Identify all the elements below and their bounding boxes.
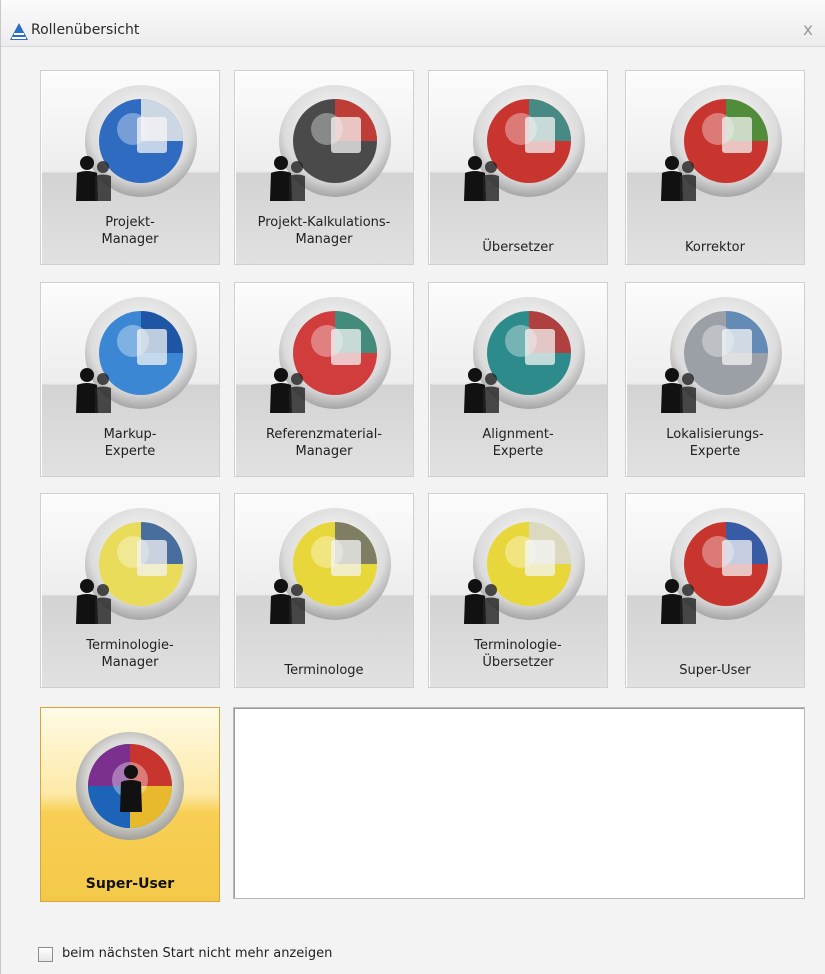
project-manager-icon	[76, 85, 197, 201]
role-label-line1: Projekt-	[105, 215, 155, 230]
role-label-line2: Übersetzer	[482, 655, 554, 670]
role-label-line1: Alignment-	[482, 427, 554, 442]
role-tile[interactable]: Projekt- Manager	[40, 70, 220, 265]
role-label: Korrektor	[626, 239, 804, 256]
role-label: Super-User	[626, 662, 804, 679]
translator-icon	[464, 85, 585, 201]
dont-show-again-label[interactable]: beim nächsten Start nicht mehr anzeigen	[62, 946, 332, 961]
terminology-manager-icon	[76, 508, 197, 624]
role-tile[interactable]: Übersetzer	[428, 70, 608, 265]
role-label: Übersetzer	[429, 239, 607, 256]
role-label-line1: Referenzmaterial-	[265, 427, 383, 442]
app-logo-icon	[10, 23, 28, 40]
role-tile[interactable]: Terminologie- Übersetzer	[428, 493, 608, 688]
role-label-line1: Super-User	[679, 663, 751, 678]
role-label: Projekt-Kalkulations- Manager	[235, 214, 413, 248]
role-tile[interactable]: Korrektor	[625, 70, 805, 265]
terminologist-icon	[270, 508, 391, 624]
role-tile[interactable]: Terminologe	[234, 493, 414, 688]
role-label: Referenzmaterial- Manager	[235, 426, 413, 460]
role-label: Alignment- Experte	[429, 426, 607, 460]
alignment-expert-icon	[464, 297, 585, 413]
role-label-line1: Terminologie-	[474, 638, 562, 653]
role-label-line2: Experte	[689, 444, 741, 459]
super-user-icon	[76, 732, 184, 840]
role-tile[interactable]: Super-User	[625, 493, 805, 688]
role-label-line2: Experte	[492, 444, 544, 459]
role-label-line2: Experte	[104, 444, 156, 459]
role-label: Markup- Experte	[41, 426, 219, 460]
role-label: Terminologie- Manager	[41, 637, 219, 671]
role-tile[interactable]: Markup- Experte	[40, 282, 220, 477]
role-description-box	[233, 707, 805, 899]
role-label-line2: Manager	[101, 655, 159, 670]
role-label-line1: Terminologie-	[86, 638, 174, 653]
window-title: Rollenübersicht	[31, 22, 140, 38]
terminology-translator-icon	[464, 508, 585, 624]
role-label: Terminologe	[235, 662, 413, 679]
role-label: Terminologie- Übersetzer	[429, 637, 607, 671]
dont-show-again-checkbox[interactable]	[38, 947, 53, 962]
close-icon[interactable]: x	[798, 20, 818, 40]
title-bar: Rollenübersicht x	[1, 0, 825, 47]
role-tile[interactable]: Referenzmaterial- Manager	[234, 282, 414, 477]
localization-expert-icon	[661, 297, 782, 413]
role-label-line1: Terminologe	[284, 663, 364, 678]
selected-role-tile[interactable]: Super-User	[40, 707, 220, 902]
role-tile[interactable]: Terminologie- Manager	[40, 493, 220, 688]
role-label-line1: Markup-	[103, 427, 157, 442]
role-overview-dialog: Rollenübersicht x Projekt- Manager Projekt…	[0, 0, 825, 974]
role-label: Lokalisierungs- Experte	[626, 426, 804, 460]
proofreader-icon	[661, 85, 782, 201]
role-tile[interactable]: Lokalisierungs- Experte	[625, 282, 805, 477]
role-label-line1: Lokalisierungs-	[666, 427, 764, 442]
reference-material-manager-icon	[270, 297, 391, 413]
role-label-line1: Korrektor	[685, 240, 745, 255]
role-tile[interactable]: Alignment- Experte	[428, 282, 608, 477]
role-label-line2: Manager	[295, 444, 353, 459]
role-label: Projekt- Manager	[41, 214, 219, 248]
role-tile[interactable]: Projekt-Kalkulations- Manager	[234, 70, 414, 265]
role-label-line2: Manager	[101, 232, 159, 247]
super-user-icon	[661, 508, 782, 624]
role-label-line1: Projekt-Kalkulations-	[257, 215, 391, 230]
calculation-manager-icon	[270, 85, 391, 201]
role-label-line2: Manager	[295, 232, 353, 247]
markup-expert-icon	[76, 297, 197, 413]
selected-role-label: Super-User	[85, 876, 175, 892]
role-label-line1: Übersetzer	[482, 240, 554, 255]
